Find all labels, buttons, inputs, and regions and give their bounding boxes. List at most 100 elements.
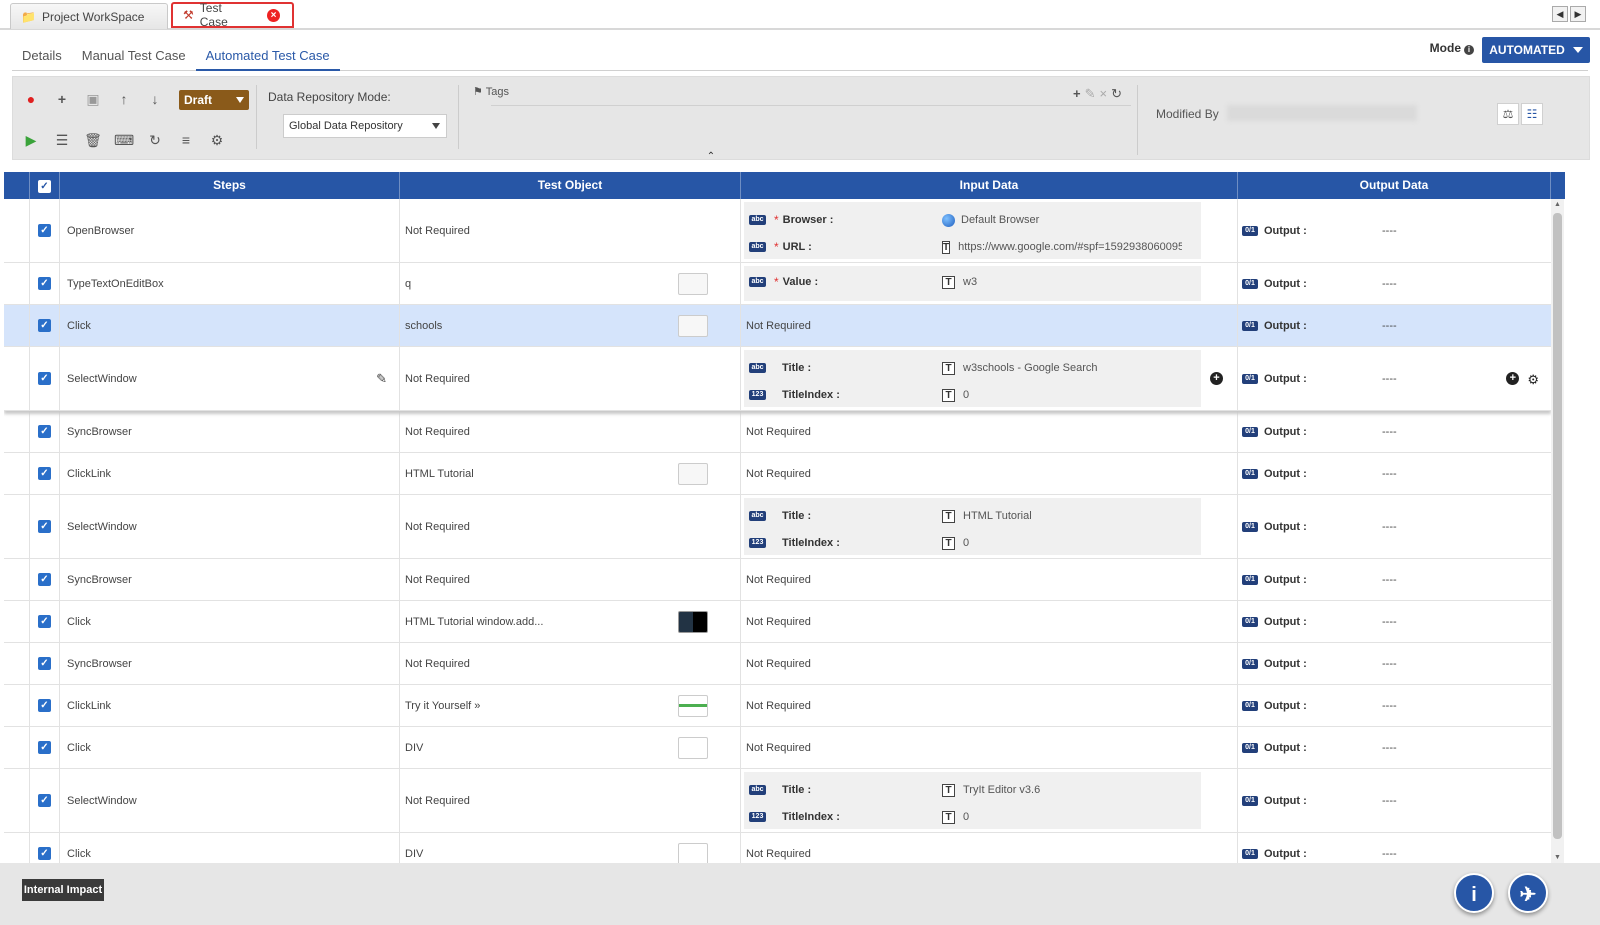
hierarchy-icon[interactable]: ⚖	[1497, 103, 1519, 125]
row-checkbox[interactable]: ✓	[30, 727, 60, 768]
table-row[interactable]: ✓ ClickLink HTML Tutorial Not Required 0…	[4, 453, 1551, 495]
table-row[interactable]: ✓ SyncBrowser Not Required Not Required …	[4, 559, 1551, 601]
step-name: SelectWindow	[60, 495, 400, 558]
row-checkbox[interactable]: ✓	[30, 305, 60, 346]
table-row-selected[interactable]: ✓ Click schools Not Required 0/1 Output :…	[4, 305, 1551, 347]
scroll-thumb[interactable]	[1553, 213, 1562, 839]
run-icon[interactable]: ▶	[21, 130, 41, 150]
output-label: Output :	[1264, 224, 1307, 237]
gear-icon[interactable]: ⚙	[1527, 372, 1539, 388]
object-thumbnail[interactable]	[678, 736, 708, 759]
tab-details[interactable]: Details	[12, 44, 72, 71]
arrow-left-icon[interactable]: ◀	[1552, 6, 1568, 22]
record-icon[interactable]: ●	[21, 89, 41, 109]
remove-tag-icon[interactable]: ×	[1100, 86, 1108, 102]
move-down-icon[interactable]: ↓	[145, 89, 165, 109]
refresh-icon[interactable]: ↻	[145, 130, 165, 150]
param-value[interactable]: 0	[963, 389, 969, 401]
data-repository-select[interactable]: Global Data Repository	[283, 114, 447, 138]
param-value[interactable]: 0	[963, 537, 969, 549]
row-checkbox[interactable]: ✓	[30, 833, 60, 863]
move-up-icon[interactable]: ↑	[114, 89, 134, 109]
param-value[interactable]: https://www.google.com/#spf=159293806009…	[958, 241, 1182, 253]
row-checkbox[interactable]: ✓	[30, 559, 60, 600]
refresh-tags-icon[interactable]: ↻	[1111, 86, 1122, 102]
table-row[interactable]: ✓ SelectWindow Not Required abc Title : T…	[4, 495, 1551, 559]
list-icon[interactable]: ☰	[52, 130, 72, 150]
collapse-toolbar-icon[interactable]: ⌃	[700, 152, 722, 164]
table-row[interactable]: ✓ Click DIV Not Required 0/1 Output : ----	[4, 727, 1551, 769]
param-value[interactable]: 0	[963, 811, 969, 823]
test-object: Not Required	[400, 495, 741, 558]
add-icon[interactable]: +	[52, 89, 72, 109]
status-dropdown[interactable]: Draft	[179, 90, 249, 110]
object-thumbnail[interactable]	[678, 314, 708, 337]
row-checkbox[interactable]: ✓	[30, 199, 60, 262]
table-row[interactable]: ✓ SyncBrowser Not Required Not Required …	[4, 411, 1551, 453]
table-row[interactable]: ✓ ClickLink Try it Yourself » Not Requir…	[4, 685, 1551, 727]
row-checkbox[interactable]: ✓	[30, 263, 60, 304]
param-value[interactable]: w3schools - Google Search	[963, 362, 1098, 374]
param-value[interactable]: Default Browser	[961, 214, 1039, 226]
info-icon[interactable]: i	[1454, 873, 1494, 913]
add-input-icon[interactable]: +	[1210, 371, 1223, 385]
param-value[interactable]: HTML Tutorial	[963, 510, 1032, 522]
info-icon[interactable]: i	[1464, 45, 1474, 55]
input-data: Not Required	[741, 559, 1238, 600]
row-checkbox[interactable]: ✓	[30, 347, 60, 410]
table-row[interactable]: ✓ SelectWindow ✎ Not Required abc Title : …	[4, 347, 1551, 411]
vertical-scrollbar[interactable]: ▲ ▼	[1551, 199, 1564, 863]
list-view-icon[interactable]: ☷	[1521, 103, 1543, 125]
row-checkbox[interactable]: ✓	[30, 453, 60, 494]
table-row[interactable]: ✓ TypeTextOnEditBox q abc * Value : Tw3 0/…	[4, 263, 1551, 305]
mode-dropdown-button[interactable]: AUTOMATED	[1482, 37, 1590, 63]
select-all-checkbox[interactable]: ✓	[30, 172, 60, 199]
tags-input[interactable]	[491, 105, 1131, 106]
row-checkbox[interactable]: ✓	[30, 769, 60, 832]
test-object: Not Required	[400, 769, 741, 832]
table-row[interactable]: ✓ Click HTML Tutorial window.add... Not …	[4, 601, 1551, 643]
row-checkbox[interactable]: ✓	[30, 495, 60, 558]
object-thumbnail[interactable]	[678, 842, 708, 863]
mode-value: AUTOMATED	[1489, 43, 1565, 57]
object-thumbnail[interactable]	[678, 694, 708, 717]
output-data: 0/1 Output : ----	[1238, 305, 1551, 346]
save-icon[interactable]: ▣	[83, 89, 103, 109]
arrow-right-icon[interactable]: ▶	[1570, 6, 1586, 22]
row-checkbox[interactable]: ✓	[30, 643, 60, 684]
row-checkbox[interactable]: ✓	[30, 601, 60, 642]
param-value[interactable]: TryIt Editor v3.6	[963, 784, 1040, 796]
object-thumbnail[interactable]	[678, 610, 708, 633]
tab-test-case[interactable]: ⚒ Test Case ×	[171, 1, 294, 29]
internal-impact-button[interactable]: Internal Impact	[22, 879, 104, 901]
table-row[interactable]: ✓ SyncBrowser Not Required Not Required …	[4, 643, 1551, 685]
tag-tools: + ✎ × ↻	[1073, 86, 1122, 102]
edit-icon[interactable]: ✎	[376, 371, 387, 387]
table-row[interactable]: ✓ OpenBrowser Not Required abc * Browser :…	[4, 199, 1551, 263]
add-output-icon[interactable]: +	[1506, 371, 1520, 385]
airplane-icon[interactable]: ✈	[1508, 873, 1548, 913]
edit-tag-icon[interactable]: ✎	[1085, 86, 1096, 102]
add-tag-icon[interactable]: +	[1073, 86, 1081, 102]
stack-icon[interactable]: ≡	[176, 130, 196, 150]
scroll-up-icon[interactable]: ▲	[1554, 201, 1561, 208]
close-icon[interactable]: ×	[267, 8, 280, 22]
input-data: Not Required	[741, 411, 1238, 452]
object-thumbnail[interactable]	[678, 462, 708, 485]
output-label: Output :	[1264, 794, 1307, 807]
tab-manual-test-case[interactable]: Manual Test Case	[72, 44, 196, 71]
mode-label: Mode i	[1430, 41, 1474, 55]
row-checkbox[interactable]: ✓	[30, 685, 60, 726]
table-row[interactable]: ✓ SelectWindow Not Required abc Title : T…	[4, 769, 1551, 833]
tab-project-workspace[interactable]: 📁 Project WorkSpace	[10, 3, 168, 29]
row-checkbox[interactable]: ✓	[30, 411, 60, 452]
delete-icon[interactable]: 🗑	[83, 130, 103, 150]
tab-automated-test-case[interactable]: Automated Test Case	[195, 44, 340, 71]
number-type-icon: 123	[749, 812, 766, 822]
table-row[interactable]: ✓ Click DIV Not Required 0/1 Output : ----	[4, 833, 1551, 863]
scroll-down-icon[interactable]: ▼	[1554, 854, 1561, 861]
param-value[interactable]: w3	[963, 276, 977, 288]
gear-icon[interactable]: ⚙	[207, 130, 227, 150]
object-thumbnail[interactable]	[678, 272, 708, 295]
keyboard-icon[interactable]: ⌨	[114, 130, 134, 150]
